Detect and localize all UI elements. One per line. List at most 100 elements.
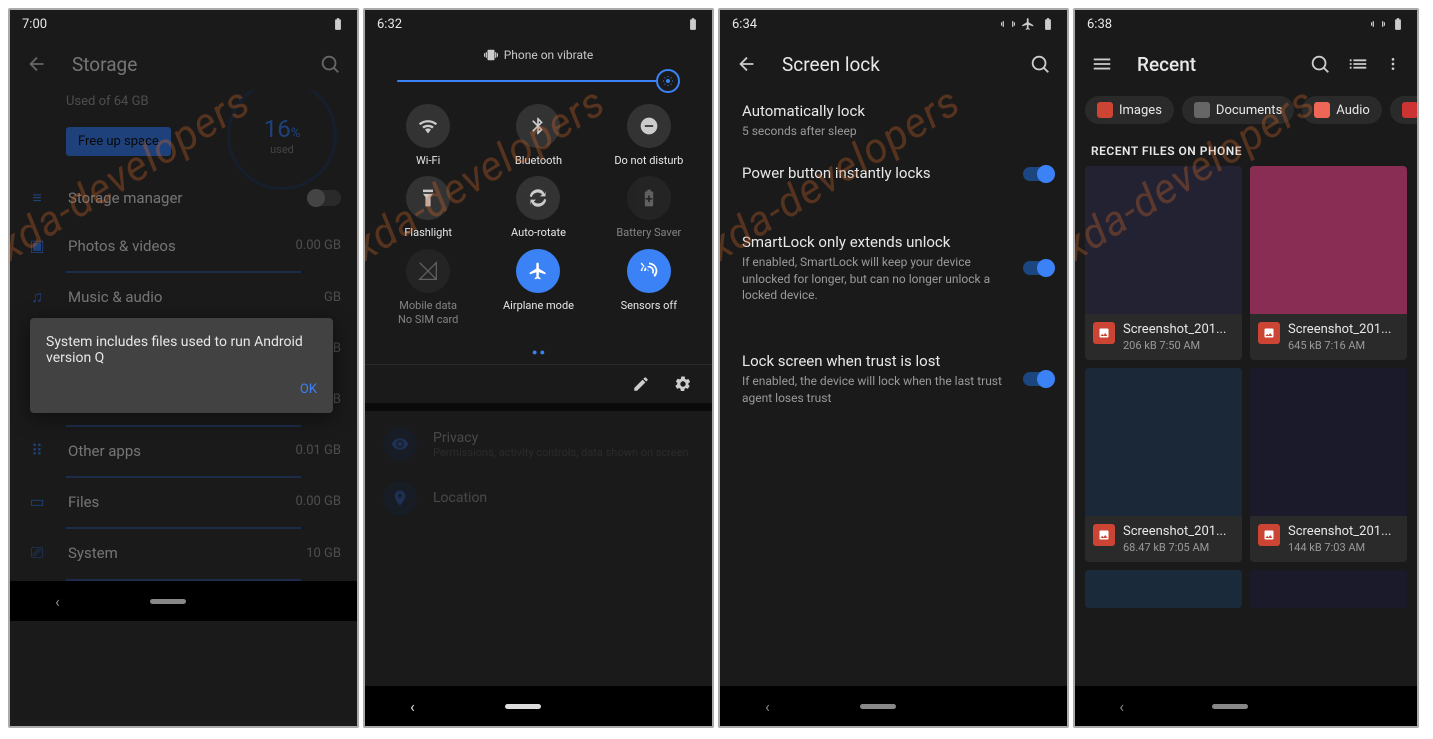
edit-icon[interactable] bbox=[632, 375, 650, 393]
row-label: Photos & videos bbox=[68, 237, 275, 255]
toggle[interactable] bbox=[1023, 372, 1053, 386]
view-icon[interactable] bbox=[1347, 53, 1369, 75]
qs-label: Auto-rotate bbox=[511, 226, 566, 240]
storage-row[interactable]: ♫ Music & audio GB bbox=[10, 273, 357, 321]
location-row[interactable]: Location bbox=[383, 471, 694, 525]
screen-files: 6:38 Recent ImagesDocumentsAudioVide REC… bbox=[1073, 8, 1419, 728]
chip-icon bbox=[1402, 102, 1417, 118]
chip-label: Documents bbox=[1216, 103, 1282, 118]
image-icon bbox=[1258, 322, 1280, 344]
qs-tile-flashlight[interactable]: Flashlight bbox=[373, 176, 483, 240]
lock-sub: If enabled, the device will lock when th… bbox=[742, 373, 1009, 407]
dialog-ok-button[interactable]: OK bbox=[46, 382, 317, 397]
content: Automatically lock5 seconds after sleepP… bbox=[720, 90, 1067, 686]
row-value: 10 GB bbox=[306, 546, 341, 561]
qs-tile-airplane-mode[interactable]: Airplane mode bbox=[483, 249, 593, 328]
free-up-button[interactable]: Free up space bbox=[66, 127, 171, 156]
qs-tile-bluetooth[interactable]: Bluetooth bbox=[483, 104, 593, 168]
nav-back-icon[interactable]: ‹ bbox=[55, 592, 60, 611]
file-name: Screenshot_201... bbox=[1123, 524, 1226, 539]
file-thumbnail bbox=[1085, 368, 1242, 516]
nav-back-icon[interactable]: ‹ bbox=[410, 697, 415, 716]
file-card[interactable]: Screenshot_201...144 kB 7:03 AM bbox=[1250, 368, 1407, 562]
storage-row[interactable]: ▭ Files 0.00 GB bbox=[10, 478, 357, 525]
file-card[interactable] bbox=[1085, 570, 1242, 608]
file-meta: 68.47 kB 7:05 AM bbox=[1123, 541, 1226, 554]
lock-setting-row[interactable]: Power button instantly locks bbox=[720, 152, 1067, 197]
qs-tile-battery-saver[interactable]: Battery Saver bbox=[594, 176, 704, 240]
lock-setting-row[interactable]: SmartLock only extends unlockIf enabled,… bbox=[720, 221, 1067, 316]
filter-chip[interactable]: Images bbox=[1085, 96, 1174, 124]
clock: 6:32 bbox=[377, 17, 402, 32]
row-icon: ⠿ bbox=[26, 441, 48, 460]
privacy-icon bbox=[383, 427, 417, 461]
qs-tile-auto-rotate[interactable]: Auto-rotate bbox=[483, 176, 593, 240]
toggle[interactable] bbox=[1023, 261, 1053, 275]
nav-back-icon[interactable]: ‹ bbox=[765, 697, 770, 716]
qs-label: Sensors off bbox=[621, 299, 677, 313]
back-icon[interactable] bbox=[26, 53, 48, 75]
screen-quicksettings: 6:32 Phone on vibrate Wi-Fi Bluetooth Do… bbox=[363, 8, 714, 728]
qs-circle bbox=[406, 176, 450, 220]
clock: 7:00 bbox=[22, 17, 47, 32]
storage-summary: Used of 64 GB 16% used bbox=[10, 90, 357, 119]
nav-home[interactable] bbox=[1212, 704, 1248, 709]
row-value: 0.00 GB bbox=[295, 494, 341, 509]
file-card[interactable] bbox=[1250, 570, 1407, 608]
filter-chip[interactable]: Documents bbox=[1182, 96, 1294, 124]
file-card[interactable]: Screenshot_201... 68.47 kB 7:05 AM bbox=[1085, 368, 1242, 562]
lock-title: Automatically lock bbox=[742, 102, 1045, 120]
search-icon[interactable] bbox=[1029, 53, 1051, 75]
gear-icon[interactable] bbox=[674, 375, 692, 393]
toggle[interactable] bbox=[1023, 167, 1053, 181]
back-icon[interactable] bbox=[736, 53, 758, 75]
qs-tile-mobile-data[interactable]: Mobile dataNo SIM card bbox=[373, 249, 483, 328]
clock: 6:34 bbox=[732, 17, 757, 32]
menu-icon[interactable] bbox=[1091, 53, 1113, 75]
storage-row[interactable]: ⠿ Other apps 0.01 GB bbox=[10, 427, 357, 474]
qs-label: Do not disturb bbox=[614, 154, 683, 168]
row-icon: ▣ bbox=[26, 236, 48, 255]
filter-chip[interactable]: Vide bbox=[1390, 96, 1417, 124]
file-meta: 206 kB 7:50 AM bbox=[1123, 339, 1226, 352]
location-icon bbox=[383, 481, 417, 515]
qs-tile-do-not-disturb[interactable]: Do not disturb bbox=[594, 104, 704, 168]
row-label: System bbox=[68, 544, 286, 562]
nav-home[interactable] bbox=[150, 599, 186, 604]
toggle[interactable] bbox=[309, 190, 341, 206]
file-card[interactable]: Screenshot_201...645 kB 7:16 AM bbox=[1250, 166, 1407, 360]
file-grid: Screenshot_201...206 kB 7:50 AM Screensh… bbox=[1075, 166, 1417, 562]
nav-home[interactable] bbox=[505, 704, 541, 709]
page-title: Storage bbox=[72, 53, 295, 76]
qs-tile-wi-fi[interactable]: Wi-Fi bbox=[373, 104, 483, 168]
row-label: Music & audio bbox=[68, 288, 304, 306]
search-icon[interactable] bbox=[1309, 53, 1331, 75]
qs-circle bbox=[406, 104, 450, 148]
more-icon[interactable] bbox=[1385, 53, 1401, 75]
storage-row[interactable]: ▣ Photos & videos 0.00 GB bbox=[10, 222, 357, 269]
nav-back-icon[interactable]: ‹ bbox=[1119, 697, 1124, 716]
filter-chip[interactable]: Audio bbox=[1302, 96, 1381, 124]
file-grid-partial bbox=[1075, 570, 1417, 608]
row-value: 0.00 GB bbox=[295, 238, 341, 253]
brightness-slider[interactable] bbox=[365, 72, 712, 90]
storage-row[interactable]: ⎚ System 10 GB bbox=[10, 529, 357, 577]
qs-label: Airplane mode bbox=[503, 299, 574, 313]
page-title: Screen lock bbox=[782, 53, 1005, 76]
qs-circle bbox=[627, 249, 671, 293]
image-icon bbox=[1258, 524, 1280, 546]
lock-setting-row[interactable]: Lock screen when trust is lostIf enabled… bbox=[720, 340, 1067, 419]
file-thumbnail bbox=[1085, 166, 1242, 314]
image-icon bbox=[1093, 322, 1115, 344]
lock-setting-row[interactable]: Automatically lock5 seconds after sleep bbox=[720, 90, 1067, 152]
storage-row[interactable]: ≡ Storage manager bbox=[10, 174, 357, 222]
nav-home[interactable] bbox=[860, 704, 896, 709]
file-card[interactable]: Screenshot_201...206 kB 7:50 AM bbox=[1085, 166, 1242, 360]
search-icon[interactable] bbox=[319, 53, 341, 75]
privacy-row[interactable]: Privacy Permissions, activity controls, … bbox=[383, 417, 694, 471]
dialog-text: System includes files used to run Androi… bbox=[46, 334, 317, 366]
content: ImagesDocumentsAudioVide RECENT FILES ON… bbox=[1075, 90, 1417, 686]
row-icon: ▭ bbox=[26, 492, 48, 511]
qs-tile-sensors-off[interactable]: Sensors off bbox=[594, 249, 704, 328]
status-bar: 6:34 bbox=[720, 10, 1067, 38]
